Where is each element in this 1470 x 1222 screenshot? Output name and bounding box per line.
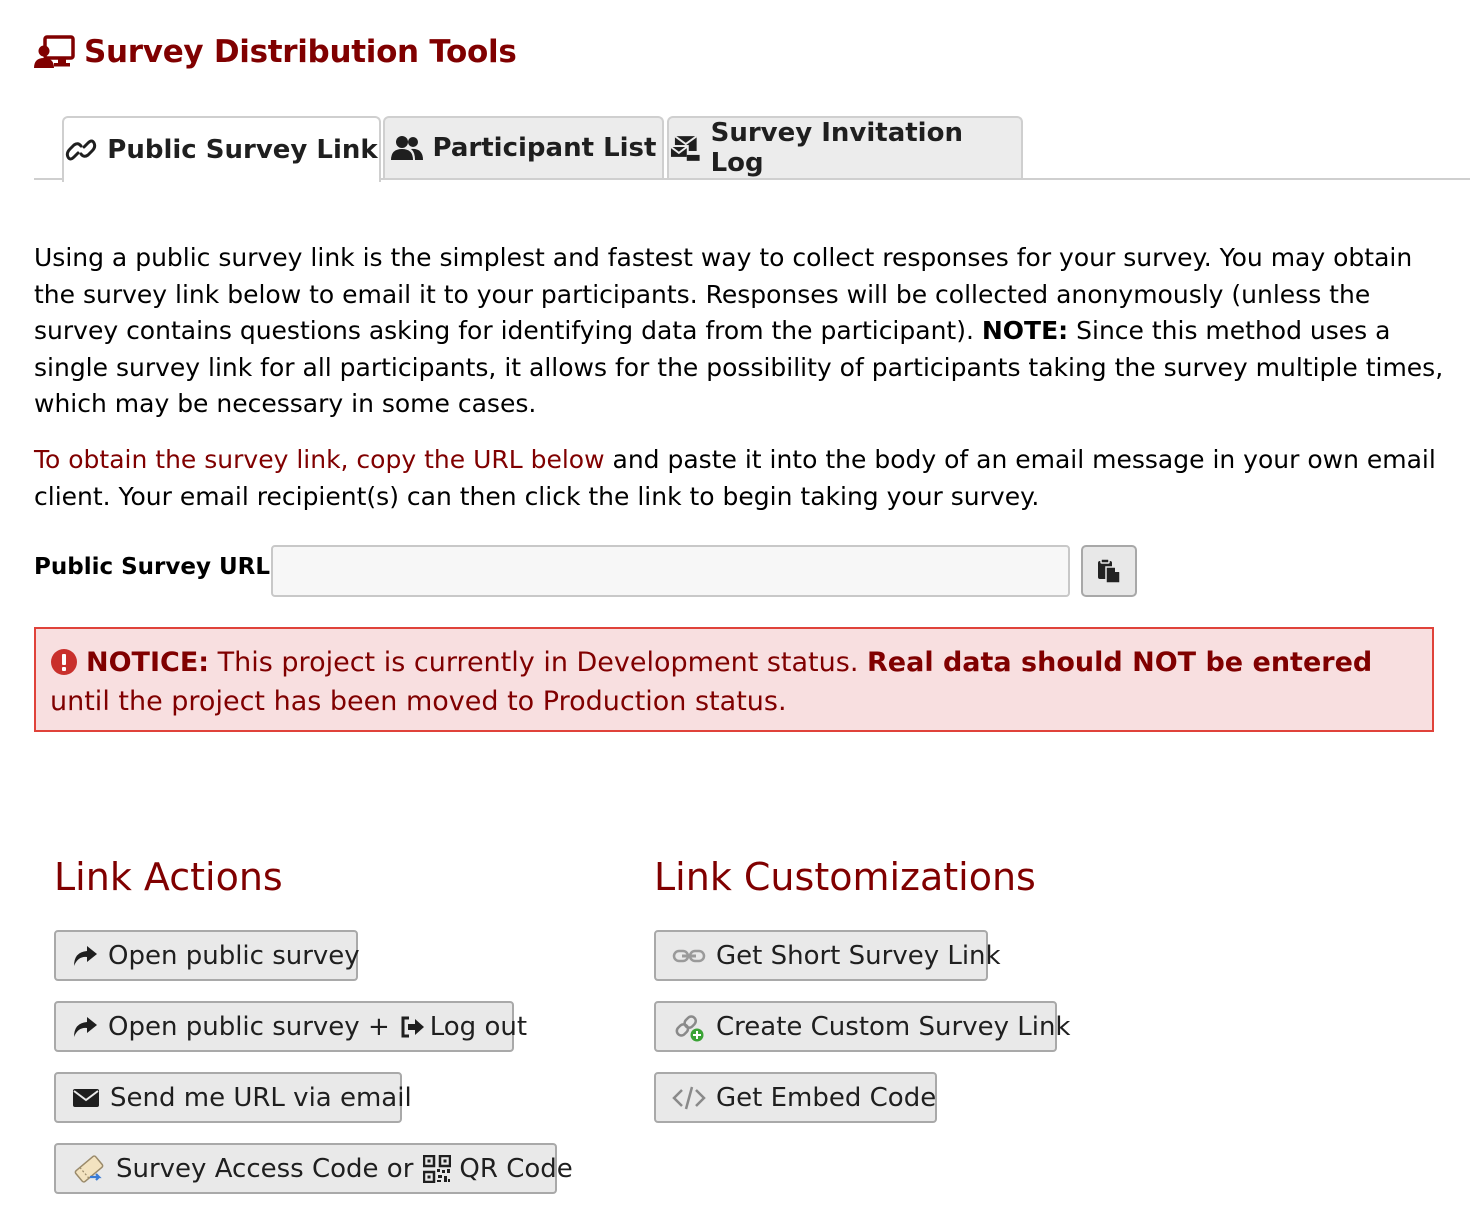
create-custom-survey-link-button[interactable]: Create Custom Survey Link — [654, 1001, 1070, 1052]
mail-log-icon — [669, 135, 700, 161]
page-title-text: Survey Distribution Tools — [84, 34, 517, 70]
page-title: Survey Distribution Tools — [34, 30, 517, 74]
button-label: Send me URL via email — [110, 1082, 412, 1113]
notice-text: This project is currently in Development… — [209, 647, 867, 678]
envelope-icon — [73, 1088, 99, 1107]
tab-participant-list[interactable]: Participant List — [383, 116, 664, 178]
copy-url-button[interactable] — [1081, 545, 1137, 597]
alert-icon — [51, 649, 77, 675]
notice-text-continued: until the project has been moved to Prod… — [50, 686, 787, 717]
button-label: Get Short Survey Link — [716, 940, 1001, 971]
public-survey-url-field[interactable] — [271, 545, 1070, 597]
button-label: Survey Access Code or — [116, 1153, 414, 1184]
tab-label: Participant List — [432, 133, 657, 163]
tab-label: Public Survey Link — [107, 135, 378, 165]
public-survey-url-label: Public Survey URL: — [34, 554, 280, 580]
survey-access-code-button[interactable]: Survey Access Code or QR Code — [54, 1143, 573, 1194]
distribution-icon — [34, 35, 75, 68]
instructions-paragraph: To obtain the survey link, copy the URL … — [34, 442, 1444, 515]
note-label: NOTE: — [981, 316, 1069, 345]
code-icon — [672, 1086, 706, 1109]
button-label-qr: QR Code — [459, 1153, 573, 1184]
intro-paragraph: Using a public survey link is the simple… — [34, 240, 1444, 423]
clipboard-icon — [1098, 558, 1121, 584]
instructions-highlight: To obtain the survey link, copy the URL … — [34, 445, 605, 474]
link-customizations-title: Link Customizations — [654, 855, 1036, 899]
custom-link-add-icon — [675, 1014, 704, 1041]
chain-link-icon — [672, 949, 706, 962]
open-public-survey-logout-button[interactable]: Open public survey + Log out — [54, 1001, 527, 1052]
notice-bold-text: Real data should NOT be entered — [867, 647, 1373, 678]
get-short-survey-link-button[interactable]: Get Short Survey Link — [654, 930, 1001, 981]
qr-code-icon — [423, 1154, 452, 1183]
ticket-icon — [74, 1154, 104, 1183]
button-label: Open public survey + — [108, 1011, 390, 1042]
share-arrow-icon — [74, 945, 97, 966]
get-embed-code-button[interactable]: Get Embed Code — [654, 1072, 937, 1123]
tab-label: Survey Invitation Log — [710, 118, 963, 178]
link-actions-title: Link Actions — [54, 855, 283, 899]
users-icon — [390, 136, 423, 160]
share-arrow-icon — [74, 1016, 97, 1037]
send-url-email-button[interactable]: Send me URL via email — [54, 1072, 412, 1123]
sign-out-icon — [401, 1016, 424, 1037]
tab-public-survey-link[interactable]: Public Survey Link — [62, 116, 381, 182]
development-status-notice: NOTICE: This project is currently in Dev… — [34, 627, 1434, 732]
tab-survey-invitation-log[interactable]: Survey Invitation Log — [667, 116, 1023, 178]
button-label: Get Embed Code — [716, 1082, 937, 1113]
button-label: Open public survey — [108, 940, 360, 971]
open-public-survey-button[interactable]: Open public survey — [54, 930, 360, 981]
button-label: Create Custom Survey Link — [716, 1011, 1071, 1042]
button-label-logout: Log out — [429, 1011, 528, 1042]
notice-label: NOTICE: — [86, 647, 210, 678]
link-icon — [66, 139, 97, 161]
